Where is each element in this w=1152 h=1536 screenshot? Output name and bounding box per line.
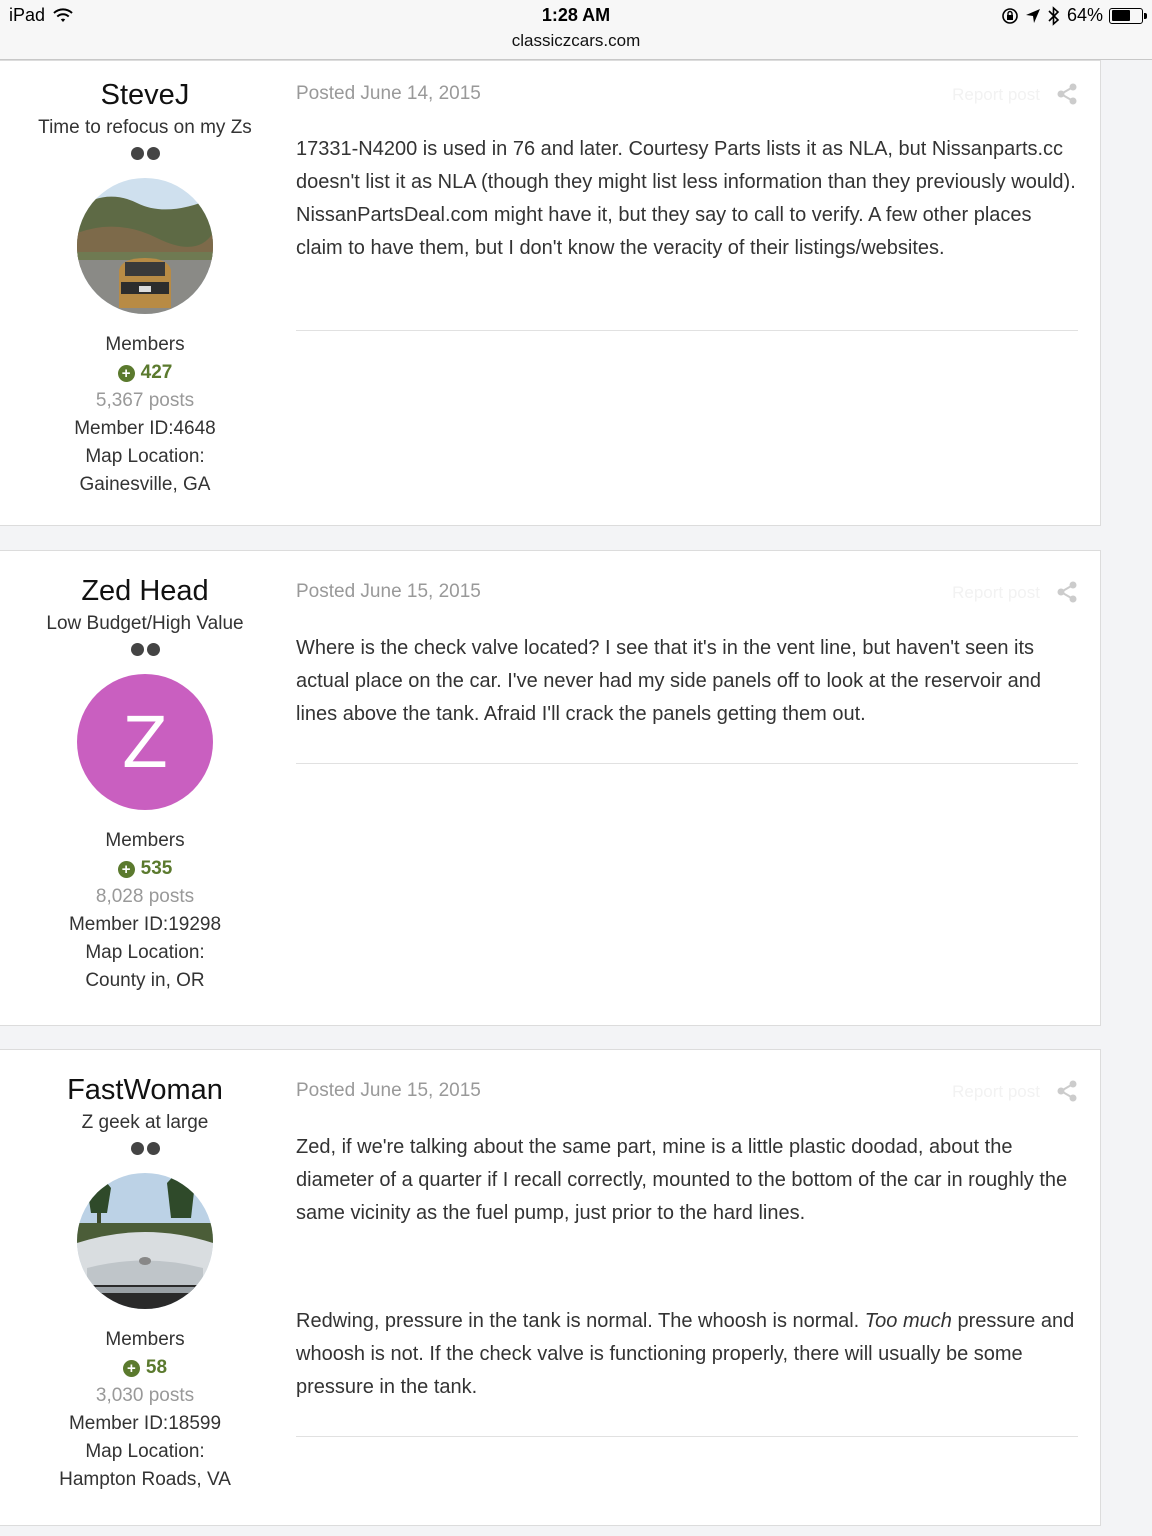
- member-group: Members: [105, 830, 185, 851]
- map-location: Gainesville, GA: [79, 474, 211, 495]
- avatar-photo-car: [77, 1173, 213, 1309]
- post: Zed Head Low Budget/High Value Z Members…: [0, 550, 1101, 1026]
- avatar[interactable]: [77, 1173, 213, 1309]
- rank-icon: [0, 1142, 290, 1155]
- rank-icon: [0, 643, 290, 656]
- map-location-label: Map Location:: [85, 942, 205, 963]
- bluetooth-icon: [1048, 5, 1060, 26]
- plus-circle-icon: +: [117, 364, 135, 382]
- post-count[interactable]: 8,028 posts: [0, 886, 290, 908]
- post-count[interactable]: 3,030 posts: [0, 1385, 290, 1407]
- author-title: Time to refocus on my Zs: [38, 117, 252, 138]
- plus-circle-icon: +: [117, 860, 135, 878]
- share-icon[interactable]: [1056, 581, 1078, 603]
- member-id: Member ID:18599: [68, 1413, 222, 1434]
- map-location: Hampton Roads, VA: [59, 1469, 231, 1490]
- member-id: Member ID:19298: [68, 914, 222, 935]
- report-post-link[interactable]: Report post: [952, 583, 1040, 603]
- share-icon[interactable]: [1056, 83, 1078, 105]
- post-body: 17331-N4200 is used in 76 and later. Cou…: [296, 133, 1078, 265]
- divider: [296, 763, 1078, 764]
- author-name[interactable]: FastWoman: [0, 1072, 290, 1108]
- post-body: Where is the check valve located? I see …: [296, 632, 1078, 731]
- battery-icon: [1109, 7, 1147, 24]
- status-right: 64%: [1001, 5, 1147, 26]
- reputation-value: 427: [140, 362, 173, 383]
- divider: [296, 1436, 1078, 1437]
- battery-fill: [1111, 10, 1131, 21]
- member-id: Member ID:4648: [74, 418, 216, 439]
- post: SteveJ Time to refocus on my Zs Members …: [0, 60, 1101, 526]
- author-panel: FastWoman Z geek at large Members + 58 3…: [0, 1050, 290, 1491]
- post-paragraph: Where is the check valve located? I see …: [296, 637, 1041, 725]
- reputation: + 58: [0, 1357, 290, 1379]
- author-title: Z geek at large: [81, 1112, 209, 1133]
- divider: [296, 330, 1078, 331]
- post-paragraph: 17331-N4200 is used in 76 and later. Cou…: [296, 138, 1076, 259]
- report-post-link[interactable]: Report post: [952, 1082, 1040, 1102]
- avatar[interactable]: Z: [77, 674, 213, 810]
- post-text: Redwing, pressure in the tank is normal.…: [296, 1310, 860, 1332]
- map-location: County in, OR: [85, 970, 205, 991]
- reputation: + 535: [0, 858, 290, 880]
- rotation-lock-icon: [1002, 7, 1018, 24]
- avatar[interactable]: [77, 178, 213, 314]
- address-bar[interactable]: classiczcars.com: [0, 31, 1152, 51]
- author-panel: Zed Head Low Budget/High Value Z Members…: [0, 551, 290, 992]
- member-group: Members: [105, 1329, 185, 1350]
- clock: 1:28 AM: [541, 5, 611, 25]
- post-body: Zed, if we're talking about the same par…: [296, 1131, 1078, 1404]
- reputation-value: 535: [140, 858, 173, 879]
- post-count[interactable]: 5,367 posts: [0, 390, 290, 412]
- reputation-value: 58: [145, 1357, 168, 1378]
- map-location-label: Map Location:: [85, 446, 205, 467]
- post-paragraph: Redwing, pressure in the tank is normal.…: [296, 1305, 1078, 1404]
- map-location-label: Map Location:: [85, 1441, 205, 1462]
- author-name[interactable]: SteveJ: [0, 77, 290, 113]
- author-name[interactable]: Zed Head: [0, 573, 290, 609]
- avatar-photo-car: [77, 178, 213, 314]
- rank-icon: [0, 147, 290, 160]
- post-date[interactable]: Posted June 14, 2015: [296, 83, 481, 105]
- plus-circle-icon: +: [122, 1359, 140, 1377]
- author-title: Low Budget/High Value: [46, 613, 244, 634]
- author-panel: SteveJ Time to refocus on my Zs Members …: [0, 61, 290, 496]
- post: FastWoman Z geek at large Members + 58 3…: [0, 1049, 1101, 1526]
- status-bar: iPad 1:28 AM classiczcars.com 64%: [0, 0, 1152, 60]
- post-text-emphasis: Too much: [864, 1310, 952, 1332]
- reputation: + 427: [0, 362, 290, 384]
- post-date[interactable]: Posted June 15, 2015: [296, 581, 481, 603]
- member-group: Members: [105, 334, 185, 355]
- post-date[interactable]: Posted June 15, 2015: [296, 1080, 481, 1102]
- battery-percent: 64%: [1066, 5, 1103, 25]
- location-icon: [1025, 8, 1040, 23]
- report-post-link[interactable]: Report post: [952, 85, 1040, 105]
- share-icon[interactable]: [1056, 1080, 1078, 1102]
- post-paragraph: Zed, if we're talking about the same par…: [296, 1136, 1068, 1224]
